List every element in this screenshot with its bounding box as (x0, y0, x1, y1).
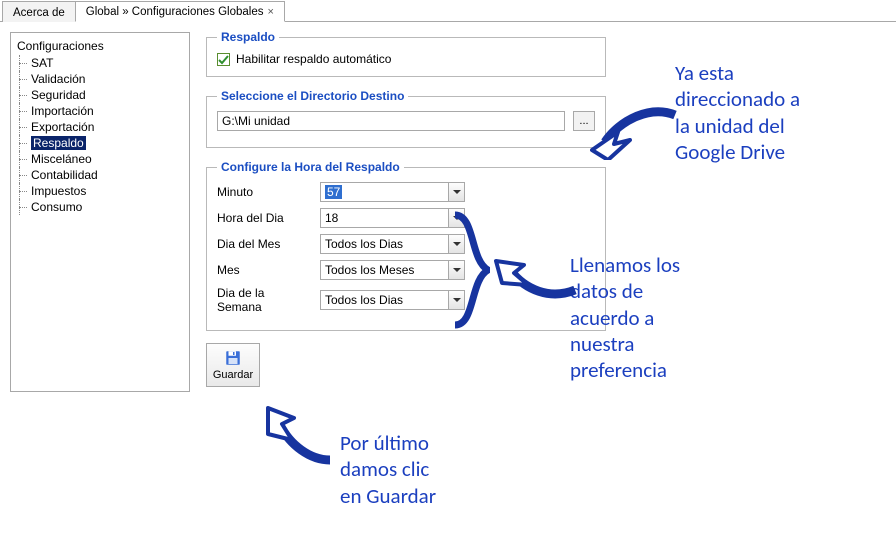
group-legend: Configure la Hora del Respaldo (217, 160, 404, 174)
schedule-label: Dia del Mes (217, 237, 312, 251)
annotation-text: Por último damos clic en Guardar (340, 430, 560, 509)
close-icon[interactable]: × (268, 6, 274, 18)
combo-value: Todos los Meses (325, 263, 414, 277)
save-button[interactable]: Guardar (206, 343, 260, 387)
group-destino: Seleccione el Directorio Destino ... (206, 89, 606, 148)
sidebar-item-label: Importación (31, 104, 94, 118)
group-legend: Respaldo (217, 30, 279, 44)
sidebar-item-importación[interactable]: Importación (13, 103, 187, 119)
sidebar-item-seguridad[interactable]: Seguridad (13, 87, 187, 103)
schedule-label: Hora del Dia (217, 211, 312, 225)
tab-config-globales[interactable]: Global » Configuraciones Globales × (75, 1, 285, 22)
brace-icon (450, 210, 490, 330)
annotation-text: Llenamos los datos de acuerdo a nuestra … (570, 252, 790, 383)
combo-value: Todos los Dias (325, 237, 403, 251)
sidebar-item-label: Impuestos (31, 184, 86, 198)
sidebar-item-label: Exportación (31, 120, 94, 134)
sidebar-item-consumo[interactable]: Consumo (13, 199, 187, 215)
save-icon (224, 349, 242, 367)
combo-value: Todos los Dias (325, 293, 403, 307)
combo-value: 57 (325, 185, 342, 199)
group-legend: Seleccione el Directorio Destino (217, 89, 408, 103)
tab-bar: Acerca de Global » Configuraciones Globa… (0, 0, 896, 22)
checkbox-habilitar-respaldo[interactable] (217, 53, 230, 66)
schedule-row: Minuto 57 (217, 182, 595, 202)
sidebar: Configuraciones SAT Validación Seguridad Im… (10, 32, 190, 392)
schedule-label: Dia de la Semana (217, 286, 312, 314)
sidebar-item-label: Contabilidad (31, 168, 98, 182)
schedule-combo[interactable]: Todos los Dias (320, 290, 465, 310)
sidebar-item-exportación[interactable]: Exportación (13, 119, 187, 135)
sidebar-item-label: Misceláneo (31, 152, 92, 166)
sidebar-item-label: Seguridad (31, 88, 86, 102)
schedule-combo[interactable]: Todos los Dias (320, 234, 465, 254)
tree-root[interactable]: Configuraciones (13, 37, 187, 55)
schedule-combo[interactable]: 57 (320, 182, 465, 202)
chevron-down-icon[interactable] (448, 183, 464, 201)
check-icon (218, 54, 229, 65)
sidebar-item-label: Validación (31, 72, 85, 86)
sidebar-item-respaldo[interactable]: Respaldo (13, 135, 187, 151)
sidebar-item-label: SAT (31, 56, 53, 70)
group-hora-respaldo: Configure la Hora del Respaldo Minuto 57 H… (206, 160, 606, 331)
tab-acerca-de[interactable]: Acerca de (2, 1, 76, 22)
checkbox-label: Habilitar respaldo automático (236, 52, 391, 66)
arrow-icon (490, 255, 580, 305)
sidebar-item-impuestos[interactable]: Impuestos (13, 183, 187, 199)
group-respaldo: Respaldo Habilitar respaldo automático (206, 30, 606, 77)
combo-value: 18 (325, 211, 338, 225)
tab-label: Acerca de (13, 7, 65, 19)
content-pane: Respaldo Habilitar respaldo automático S… (196, 22, 616, 402)
schedule-label: Minuto (217, 185, 312, 199)
tab-label: Global » Configuraciones Globales (86, 6, 264, 18)
sidebar-item-sat[interactable]: SAT (13, 55, 187, 71)
arrow-icon (590, 100, 680, 160)
schedule-label: Mes (217, 263, 312, 277)
schedule-row: Hora del Dia 18 (217, 208, 595, 228)
sidebar-item-contabilidad[interactable]: Contabilidad (13, 167, 187, 183)
sidebar-item-validación[interactable]: Validación (13, 71, 187, 87)
sidebar-item-misceláneo[interactable]: Misceláneo (13, 151, 187, 167)
schedule-combo[interactable]: Todos los Meses (320, 260, 465, 280)
sidebar-item-label: Consumo (31, 200, 82, 214)
dest-path-input[interactable] (217, 111, 565, 131)
save-button-label: Guardar (213, 369, 253, 381)
schedule-row: Dia del Mes Todos los Dias (217, 234, 595, 254)
sidebar-item-label: Respaldo (31, 136, 86, 150)
schedule-combo[interactable]: 18 (320, 208, 465, 228)
arrow-icon (260, 400, 340, 470)
annotation-text: Ya esta direccionado a la unidad del Goo… (675, 60, 885, 165)
